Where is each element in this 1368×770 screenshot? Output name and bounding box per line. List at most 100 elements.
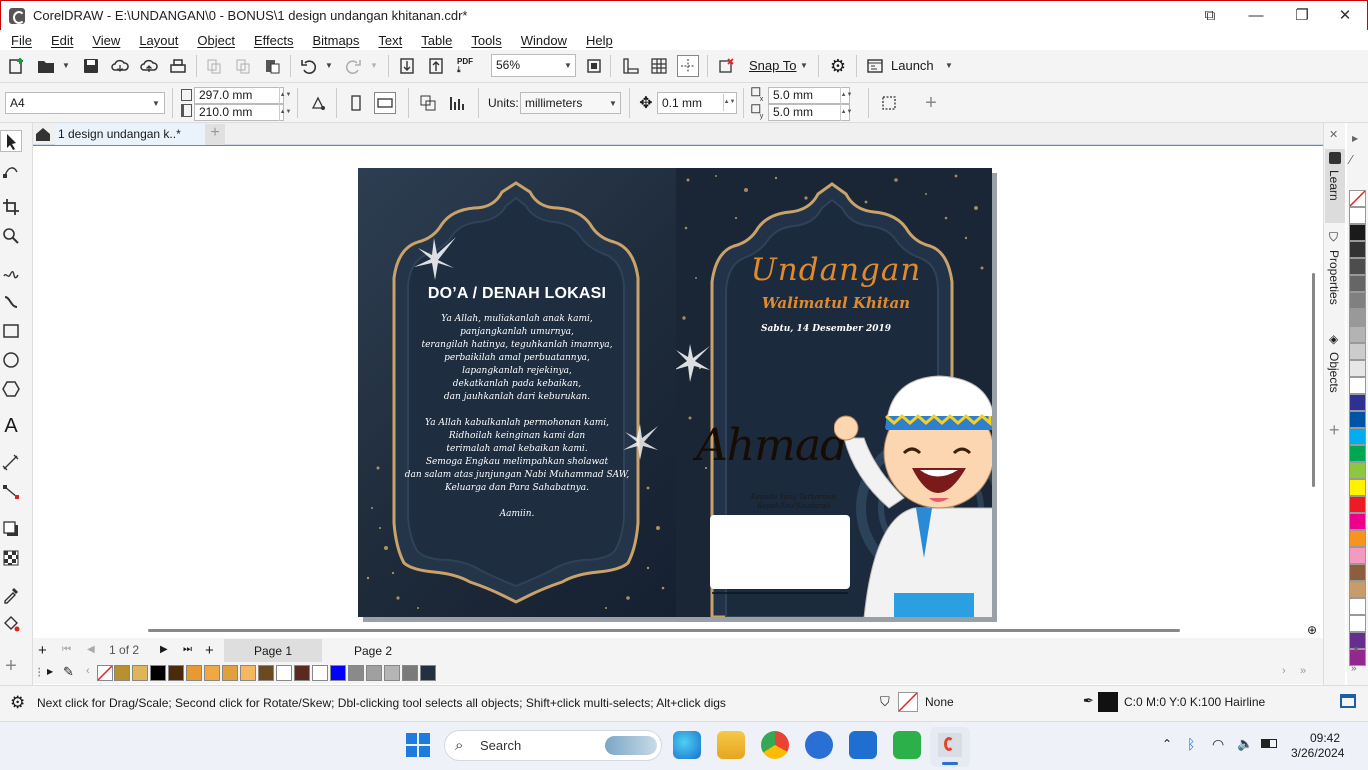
clock-date[interactable]: 3/26/2024 [1291, 746, 1344, 760]
close-docker-icon[interactable]: ✕ [1329, 128, 1338, 141]
open-dropdown-icon[interactable]: ▼ [62, 61, 70, 70]
page-width-input[interactable]: 297.0 mm [194, 87, 284, 104]
palette-swatch[interactable] [1349, 241, 1366, 258]
palette-swatch[interactable] [1349, 411, 1366, 428]
document-palette-swatch[interactable] [276, 665, 292, 681]
color-proof-icon[interactable] [1340, 694, 1356, 708]
document-palette-scroll-right-icon[interactable]: › [1282, 665, 1286, 677]
fill-color-swatch[interactable] [898, 692, 918, 712]
battery-icon[interactable] [1261, 739, 1277, 748]
palette-swatch[interactable] [1349, 207, 1366, 224]
objects-tab[interactable]: Objects [1327, 352, 1341, 393]
document-palette-swatch[interactable] [168, 665, 184, 681]
units-dropdown-icon[interactable]: ▼ [609, 99, 617, 108]
palette-swatch[interactable] [1349, 564, 1366, 581]
show-grid-icon[interactable] [648, 55, 670, 77]
volume-icon[interactable]: 🔈 [1237, 736, 1253, 752]
new-document-icon[interactable] [6, 55, 28, 77]
pick-tool-icon[interactable] [0, 130, 22, 152]
cloud-download-icon[interactable] [109, 55, 131, 77]
document-palette-swatch[interactable] [294, 665, 310, 681]
document-palette-swatch[interactable] [258, 665, 274, 681]
undo-dropdown-icon[interactable]: ▼ [325, 61, 333, 70]
launch-dropdown-icon[interactable]: ▼ [945, 61, 953, 70]
palette-scroll-down-icon[interactable]: ▼ [1352, 645, 1360, 654]
page-tab-1[interactable]: Page 1 [224, 639, 322, 662]
properties-tab[interactable]: Properties [1327, 250, 1341, 305]
zoom-dropdown-icon[interactable]: ▼ [564, 61, 572, 70]
taskbar-search-box[interactable]: ⌕ Search [444, 730, 662, 761]
palette-swatch[interactable] [1349, 615, 1366, 632]
vertical-scrollbar[interactable] [1305, 146, 1323, 624]
show-guidelines-icon[interactable] [677, 55, 699, 77]
minimize-button[interactable]: — [1233, 0, 1279, 30]
palette-swatch[interactable] [1349, 394, 1366, 411]
document-palette-swatch[interactable] [222, 665, 238, 681]
document-palette-swatch[interactable] [186, 665, 202, 681]
menu-text[interactable]: Text [367, 33, 410, 48]
palette-swatch[interactable] [1349, 530, 1366, 547]
file-explorer-icon[interactable] [717, 731, 745, 759]
document-palette-swatch[interactable] [114, 665, 130, 681]
add-page-after-icon[interactable]: + [205, 642, 214, 659]
paste-icon[interactable] [261, 55, 283, 77]
palette-swatch[interactable] [1349, 343, 1366, 360]
document-palette-swatch[interactable] [150, 665, 166, 681]
duplicate-x-input[interactable]: 5.0 mm [768, 87, 850, 104]
parallel-dimension-tool-icon[interactable] [0, 452, 22, 474]
snap-dropdown-icon[interactable]: ▼ [800, 61, 808, 70]
new-tab-icon[interactable]: + [205, 124, 225, 146]
clock-time[interactable]: 09:42 [1310, 731, 1340, 745]
design-left-page[interactable]: DO’A / DENAH LOKASI Ya Allah, muliakanla… [358, 168, 676, 617]
undo-icon[interactable] [298, 55, 320, 77]
windows-start-icon[interactable] [406, 733, 430, 757]
snap-to-dropdown[interactable]: Snap To [749, 58, 796, 73]
document-palette-swatch[interactable] [384, 665, 400, 681]
page-width-spinner[interactable]: ▲▼ [279, 87, 291, 104]
palette-swatch[interactable] [1349, 275, 1366, 292]
export-icon[interactable] [425, 55, 447, 77]
green-app-icon[interactable] [893, 731, 921, 759]
menu-table[interactable]: Table [410, 33, 460, 48]
document-palette-swatch[interactable] [420, 665, 436, 681]
document-palette-swatch[interactable] [366, 665, 382, 681]
menu-object[interactable]: Object [186, 33, 243, 48]
page-size-dropdown-icon[interactable]: ▼ [152, 99, 160, 108]
add-page-before-icon[interactable]: + [38, 642, 47, 659]
last-page-icon[interactable]: ⏭ [183, 644, 192, 655]
palette-swatch[interactable] [1349, 445, 1366, 462]
add-docker-icon[interactable]: + [1329, 420, 1340, 441]
all-pages-icon[interactable] [307, 92, 329, 114]
outline-color-swatch[interactable] [1098, 692, 1118, 712]
cut-icon[interactable] [203, 55, 225, 77]
page-tab-2[interactable]: Page 2 [324, 639, 422, 662]
microsoft-store-icon[interactable] [849, 731, 877, 759]
status-settings-gear-icon[interactable]: ⚙ [10, 693, 25, 713]
polygon-tool-icon[interactable] [0, 378, 22, 400]
menu-bitmaps[interactable]: Bitmaps [301, 33, 367, 48]
alignment-guides-icon[interactable] [715, 55, 737, 77]
palette-swatch[interactable] [1349, 479, 1366, 496]
palette-swatch[interactable] [1349, 581, 1366, 598]
app-circle-icon[interactable] [805, 731, 833, 759]
document-palette-swatch[interactable] [330, 665, 346, 681]
palette-swatch[interactable] [1349, 377, 1366, 394]
next-page-icon[interactable]: ▶ [160, 644, 168, 655]
horizontal-scrollbar[interactable] [33, 624, 1305, 638]
transparency-tool-icon[interactable] [0, 547, 22, 569]
document-palette-swatch[interactable] [312, 665, 328, 681]
import-icon[interactable] [396, 55, 418, 77]
menu-layout[interactable]: Layout [128, 33, 186, 48]
menu-tools[interactable]: Tools [460, 33, 509, 48]
full-screen-preview-icon[interactable] [583, 55, 605, 77]
duplicate-y-input[interactable]: 5.0 mm [768, 104, 850, 121]
landscape-icon[interactable] [374, 92, 396, 114]
document-palette-eyedropper-icon[interactable]: ✎ [63, 664, 74, 680]
drop-shadow-tool-icon[interactable] [0, 518, 22, 540]
restore-button[interactable]: ❐ [1279, 0, 1325, 30]
palette-swatch[interactable] [1349, 598, 1366, 615]
palette-swatch[interactable] [1349, 513, 1366, 530]
doc-tab-1[interactable]: 1 design undangan k..* [55, 124, 205, 146]
eyedropper-tool-icon[interactable] [0, 584, 22, 606]
current-page-size-icon[interactable] [446, 92, 468, 114]
